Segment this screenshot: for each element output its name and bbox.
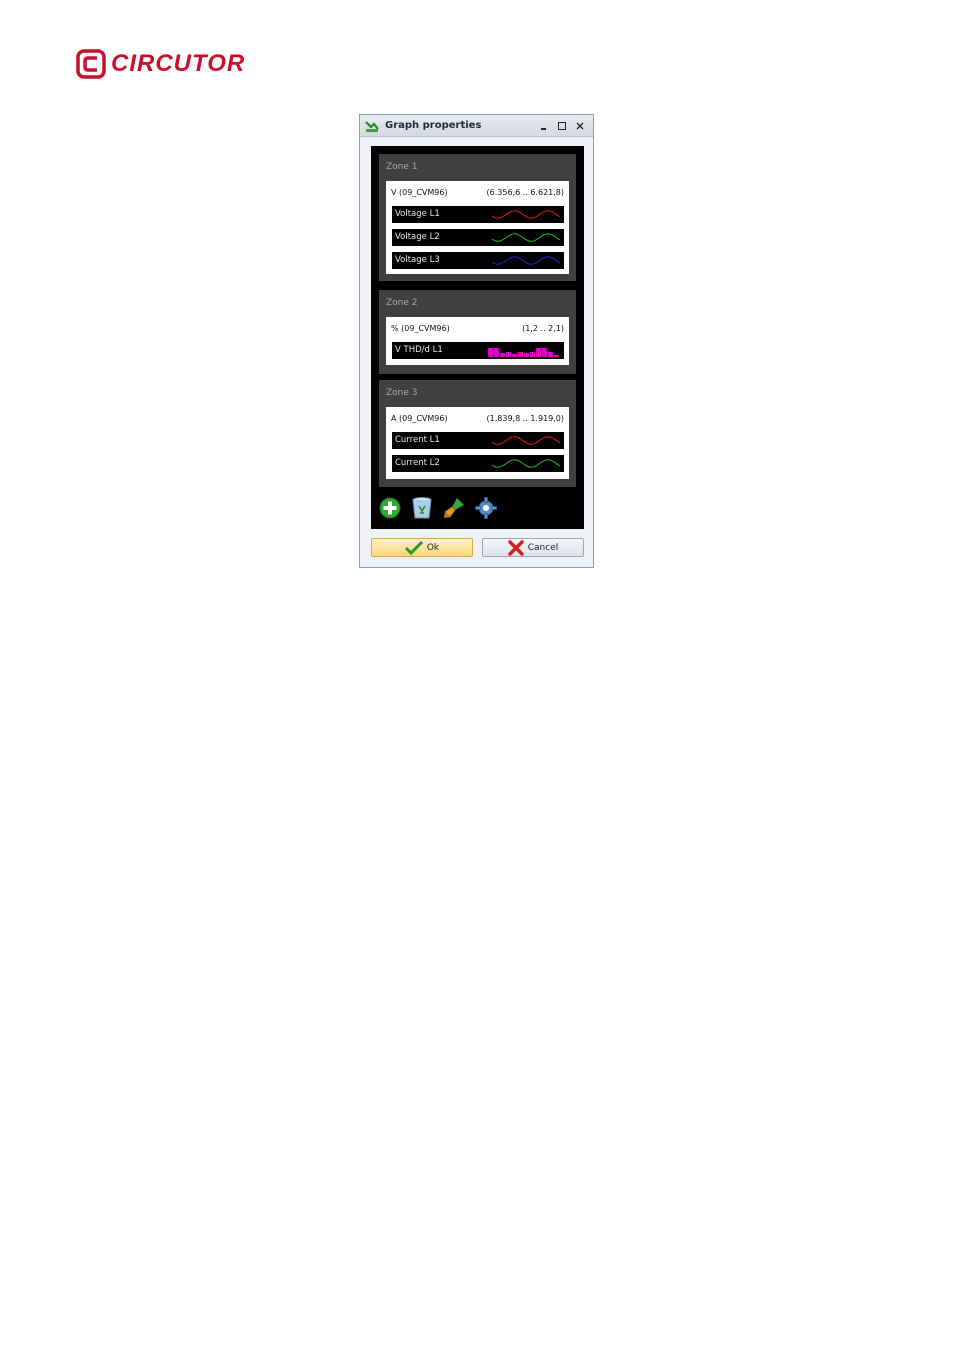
zone-toolbar bbox=[378, 496, 498, 520]
window-title: Graph properties bbox=[385, 120, 482, 131]
sparkline-bar bbox=[542, 348, 547, 357]
zone-unit: A (09_CVM96) bbox=[391, 414, 448, 423]
sparkline-bar bbox=[524, 353, 529, 357]
series-name: Current L2 bbox=[395, 458, 440, 468]
sparkline-path bbox=[492, 233, 560, 242]
title-bar[interactable]: Graph properties bbox=[360, 115, 593, 137]
style-brush-button[interactable] bbox=[442, 496, 466, 520]
zone-label: Zone 3 bbox=[386, 388, 418, 398]
circutor-logo-icon bbox=[76, 49, 106, 79]
paint-brush-icon bbox=[444, 498, 464, 518]
minimize-icon bbox=[541, 127, 546, 130]
zone-range: (1,2 .. 2,1) bbox=[522, 324, 564, 333]
ok-button[interactable]: Ok bbox=[371, 538, 473, 557]
series-row[interactable]: Current L2 bbox=[392, 455, 564, 472]
series-row[interactable]: Voltage L3 bbox=[392, 252, 564, 269]
sparkline-path bbox=[492, 436, 560, 445]
sparkline-bar bbox=[512, 354, 517, 357]
cancel-button[interactable]: Cancel bbox=[482, 538, 584, 557]
series-sparkline bbox=[492, 436, 560, 445]
series-sparkline bbox=[492, 459, 560, 468]
zones-canvas: Zone 1 V (09_CVM96) (6.356,6 .. 6.621,8)… bbox=[371, 146, 584, 529]
zone-3[interactable]: Zone 3 A (09_CVM96) (1.839,8 .. 1.919,0)… bbox=[379, 380, 576, 487]
add-icon bbox=[379, 497, 401, 519]
close-button[interactable] bbox=[571, 118, 589, 134]
zone-label: Zone 1 bbox=[386, 162, 418, 172]
series-name: Current L1 bbox=[395, 435, 440, 445]
zone-unit: V (09_CVM96) bbox=[391, 188, 448, 197]
graph-app-icon bbox=[365, 120, 379, 132]
maximize-button[interactable] bbox=[553, 118, 571, 134]
series-name: Voltage L3 bbox=[395, 255, 440, 265]
series-sparkline bbox=[492, 210, 560, 219]
zone-unit: % (09_CVM96) bbox=[391, 324, 450, 333]
sparkline-bar bbox=[554, 355, 559, 357]
minimize-button[interactable] bbox=[535, 118, 553, 134]
sparkline-bar bbox=[488, 348, 493, 357]
series-sparkline bbox=[492, 233, 560, 242]
zone-range: (1.839,8 .. 1.919,0) bbox=[486, 414, 564, 423]
brand-name: CIRCUTOR bbox=[111, 50, 246, 77]
zone-label: Zone 2 bbox=[386, 298, 418, 308]
sparkline-bar bbox=[518, 352, 523, 357]
zone-2[interactable]: Zone 2 % (09_CVM96) (1,2 .. 2,1) V THD/d… bbox=[379, 290, 576, 374]
close-icon bbox=[576, 122, 584, 129]
sparkline-bar bbox=[536, 348, 541, 357]
recycle-bin-icon bbox=[412, 497, 432, 519]
settings-gear-icon bbox=[475, 497, 497, 519]
add-zone-button[interactable] bbox=[378, 496, 402, 520]
sparkline-bar bbox=[506, 352, 511, 357]
maximize-icon bbox=[558, 121, 566, 130]
graph-properties-window: Graph properties Zone 1 V (09_CVM96) (6.… bbox=[359, 114, 594, 568]
series-row[interactable]: Voltage L1 bbox=[392, 206, 564, 223]
series-name: Voltage L1 bbox=[395, 209, 440, 219]
settings-button[interactable] bbox=[474, 496, 498, 520]
zone-range: (6.356,6 .. 6.621,8) bbox=[486, 188, 564, 197]
series-sparkline bbox=[492, 256, 560, 265]
delete-zone-button[interactable] bbox=[410, 496, 434, 520]
ok-label: Ok bbox=[426, 542, 440, 553]
zone-panel[interactable]: % (09_CVM96) (1,2 .. 2,1) V THD/d L1 bbox=[386, 317, 569, 365]
sparkline-path bbox=[492, 256, 560, 265]
checkmark-icon bbox=[404, 540, 423, 555]
series-sparkline bbox=[488, 348, 559, 357]
sparkline-path bbox=[492, 459, 560, 468]
sparkline-bar bbox=[530, 352, 535, 357]
cancel-x-icon bbox=[508, 539, 524, 556]
zone-panel[interactable]: A (09_CVM96) (1.839,8 .. 1.919,0) Curren… bbox=[386, 407, 569, 479]
series-row[interactable]: Voltage L2 bbox=[392, 229, 564, 246]
series-row[interactable]: Current L1 bbox=[392, 432, 564, 449]
series-row[interactable]: V THD/d L1 bbox=[392, 342, 564, 359]
series-name: Voltage L2 bbox=[395, 232, 440, 242]
sparkline-bar bbox=[494, 348, 499, 357]
sparkline-bar bbox=[548, 352, 553, 357]
zone-1[interactable]: Zone 1 V (09_CVM96) (6.356,6 .. 6.621,8)… bbox=[379, 154, 576, 281]
sparkline-path bbox=[492, 210, 560, 219]
series-name: V THD/d L1 bbox=[395, 345, 443, 355]
cancel-label: Cancel bbox=[527, 542, 559, 553]
circutor-logo: CIRCUTOR bbox=[76, 48, 245, 80]
zone-panel[interactable]: V (09_CVM96) (6.356,6 .. 6.621,8) Voltag… bbox=[386, 181, 569, 274]
sparkline-bar bbox=[500, 353, 505, 357]
